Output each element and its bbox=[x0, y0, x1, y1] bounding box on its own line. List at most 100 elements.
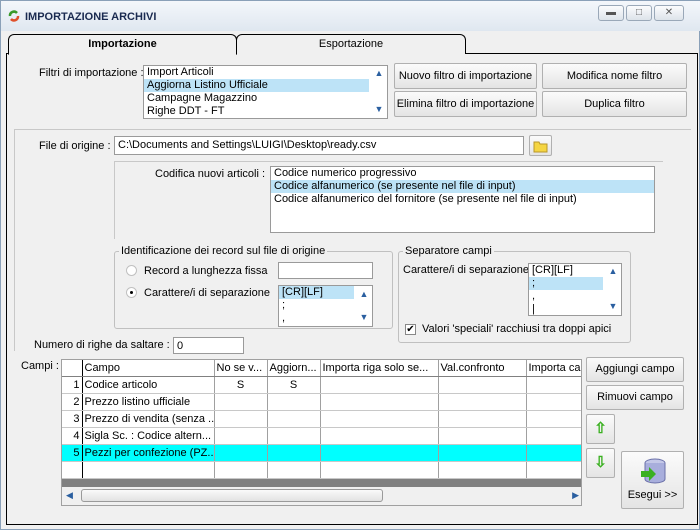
table-cell[interactable] bbox=[526, 461, 581, 479]
row-number[interactable]: 5 bbox=[62, 444, 83, 462]
table-cell[interactable] bbox=[526, 427, 581, 445]
table-cell[interactable]: S bbox=[214, 376, 268, 394]
fixed-length-input[interactable] bbox=[278, 262, 373, 279]
table-cell[interactable] bbox=[526, 393, 581, 411]
table-cell[interactable] bbox=[438, 376, 527, 394]
table-row[interactable] bbox=[62, 461, 581, 479]
table-cell[interactable] bbox=[267, 444, 321, 462]
list-item[interactable]: Campagne Magazzino bbox=[144, 92, 387, 105]
row-number[interactable]: 2 bbox=[62, 393, 83, 411]
scroll-down-icon[interactable]: ▼ bbox=[373, 104, 385, 114]
column-header[interactable]: Campo bbox=[82, 360, 215, 377]
table-cell[interactable] bbox=[438, 393, 527, 411]
table-cell[interactable] bbox=[267, 461, 321, 479]
quoted-values-checkbox[interactable]: ✔ bbox=[405, 324, 416, 335]
table-row[interactable]: 4 Sigla Sc. : Codice altern... bbox=[62, 427, 581, 445]
table-cell[interactable]: Prezzo listino ufficiale bbox=[82, 393, 215, 411]
table-cell[interactable]: Pezzi per confezione (PZ... bbox=[82, 444, 215, 462]
move-down-button[interactable]: ⇩ bbox=[586, 448, 615, 478]
table-cell[interactable] bbox=[214, 444, 268, 462]
filters-list[interactable]: Import Articoli Aggiorna Listino Ufficia… bbox=[143, 65, 388, 119]
list-item[interactable]: ; bbox=[279, 299, 372, 312]
table-cell[interactable] bbox=[438, 461, 527, 479]
table-cell[interactable] bbox=[82, 461, 215, 479]
row-number[interactable]: 4 bbox=[62, 427, 83, 445]
maximize-button[interactable]: □ bbox=[626, 5, 652, 21]
table-cell[interactable] bbox=[526, 376, 581, 394]
tab-importazione[interactable]: Importazione bbox=[8, 34, 237, 55]
scroll-left-icon[interactable]: ◀ bbox=[66, 490, 73, 501]
column-header[interactable]: Importa ca bbox=[526, 360, 581, 377]
table-cell[interactable] bbox=[320, 393, 439, 411]
table-cell[interactable] bbox=[267, 427, 321, 445]
new-filter-button[interactable]: Nuovo filtro di importazione bbox=[394, 63, 537, 89]
table-cell[interactable] bbox=[267, 393, 321, 411]
table-cell[interactable] bbox=[214, 461, 268, 479]
table-cell[interactable] bbox=[438, 444, 527, 462]
list-item[interactable]: Codice numerico progressivo bbox=[271, 167, 654, 180]
list-item[interactable]: Codice alfanumerico (se presente nel fil… bbox=[271, 180, 654, 193]
row-number[interactable]: 1 bbox=[62, 376, 83, 394]
move-up-button[interactable]: ⇧ bbox=[586, 414, 615, 444]
table-cell[interactable] bbox=[214, 393, 268, 411]
browse-button[interactable] bbox=[529, 135, 552, 156]
scroll-right-icon[interactable]: ▶ bbox=[572, 490, 579, 501]
table-cell[interactable]: Codice articolo bbox=[82, 376, 215, 394]
table-cell[interactable] bbox=[214, 427, 268, 445]
minimize-button[interactable]: ▬ bbox=[598, 5, 624, 21]
table-cell[interactable] bbox=[320, 410, 439, 428]
table-cell[interactable] bbox=[320, 444, 439, 462]
table-cell[interactable] bbox=[526, 444, 581, 462]
scrollbar-thumb[interactable] bbox=[81, 489, 383, 502]
table-cell[interactable]: S bbox=[267, 376, 321, 394]
table-cell[interactable]: Sigla Sc. : Codice altern... bbox=[82, 427, 215, 445]
rename-filter-button[interactable]: Modifica nome filtro bbox=[542, 63, 687, 89]
list-item[interactable]: Codice alfanumerico del fornitore (se pr… bbox=[271, 193, 654, 206]
table-cell[interactable] bbox=[267, 410, 321, 428]
column-header[interactable]: No se v... bbox=[214, 360, 268, 377]
fixed-length-radio[interactable] bbox=[126, 265, 137, 276]
scroll-down-icon[interactable]: ▼ bbox=[607, 301, 619, 311]
column-header[interactable]: Importa riga solo se... bbox=[320, 360, 439, 377]
table-cell[interactable]: Prezzo di vendita (senza ... bbox=[82, 410, 215, 428]
table-row[interactable]: 2 Prezzo listino ufficiale bbox=[62, 393, 581, 411]
horizontal-scrollbar[interactable]: ◀ ▶ bbox=[62, 487, 581, 505]
list-item[interactable]: Aggiorna Listino Ufficiale bbox=[144, 79, 369, 92]
scroll-up-icon[interactable]: ▲ bbox=[607, 266, 619, 276]
codifica-list[interactable]: Codice numerico progressivo Codice alfan… bbox=[270, 166, 655, 233]
remove-field-button[interactable]: Rimuovi campo bbox=[586, 385, 684, 410]
add-field-button[interactable]: Aggiungi campo bbox=[586, 357, 684, 382]
table-cell[interactable] bbox=[526, 410, 581, 428]
scroll-up-icon[interactable]: ▲ bbox=[373, 68, 385, 78]
list-item[interactable]: Righe DDT - FT bbox=[144, 105, 387, 118]
list-item[interactable]: [CR][LF] bbox=[279, 286, 354, 299]
duplicate-filter-button[interactable]: Duplica filtro bbox=[542, 91, 687, 117]
row-number[interactable]: 3 bbox=[62, 410, 83, 428]
scroll-down-icon[interactable]: ▼ bbox=[358, 312, 370, 322]
table-cell[interactable] bbox=[320, 376, 439, 394]
list-item[interactable]: ; bbox=[529, 277, 603, 290]
table-row[interactable]: 3 Prezzo di vendita (senza ... bbox=[62, 410, 581, 428]
row-number[interactable] bbox=[62, 461, 83, 479]
column-header[interactable]: Val.confronto bbox=[438, 360, 527, 377]
record-separator-list[interactable]: [CR][LF] ; , ▲ ▼ bbox=[278, 285, 373, 327]
column-header[interactable]: Aggiorn... bbox=[267, 360, 321, 377]
run-button[interactable]: Esegui >> bbox=[621, 451, 684, 509]
close-button[interactable]: ✕ bbox=[654, 5, 684, 21]
list-item[interactable]: Import Articoli bbox=[144, 66, 387, 79]
table-cell[interactable] bbox=[320, 427, 439, 445]
table-cell[interactable] bbox=[320, 461, 439, 479]
file-path-input[interactable]: C:\Documents and Settings\LUIGI\Desktop\… bbox=[114, 136, 524, 155]
skip-rows-input[interactable]: 0 bbox=[173, 337, 244, 354]
fields-grid[interactable]: Campo No se v... Aggiorn... Importa riga so… bbox=[61, 359, 582, 506]
table-cell[interactable] bbox=[438, 427, 527, 445]
scroll-up-icon[interactable]: ▲ bbox=[358, 289, 370, 299]
table-cell[interactable] bbox=[214, 410, 268, 428]
separator-radio[interactable] bbox=[126, 287, 137, 298]
field-separator-list[interactable]: [CR][LF] ; , | ▲ ▼ bbox=[528, 263, 622, 316]
delete-filter-button[interactable]: Elimina filtro di importazione bbox=[394, 91, 537, 117]
table-row[interactable]: 1 Codice articolo S S bbox=[62, 376, 581, 394]
tab-esportazione[interactable]: Esportazione bbox=[236, 34, 466, 54]
table-cell[interactable] bbox=[438, 410, 527, 428]
table-row[interactable]: 5 Pezzi per confezione (PZ... bbox=[62, 444, 581, 462]
